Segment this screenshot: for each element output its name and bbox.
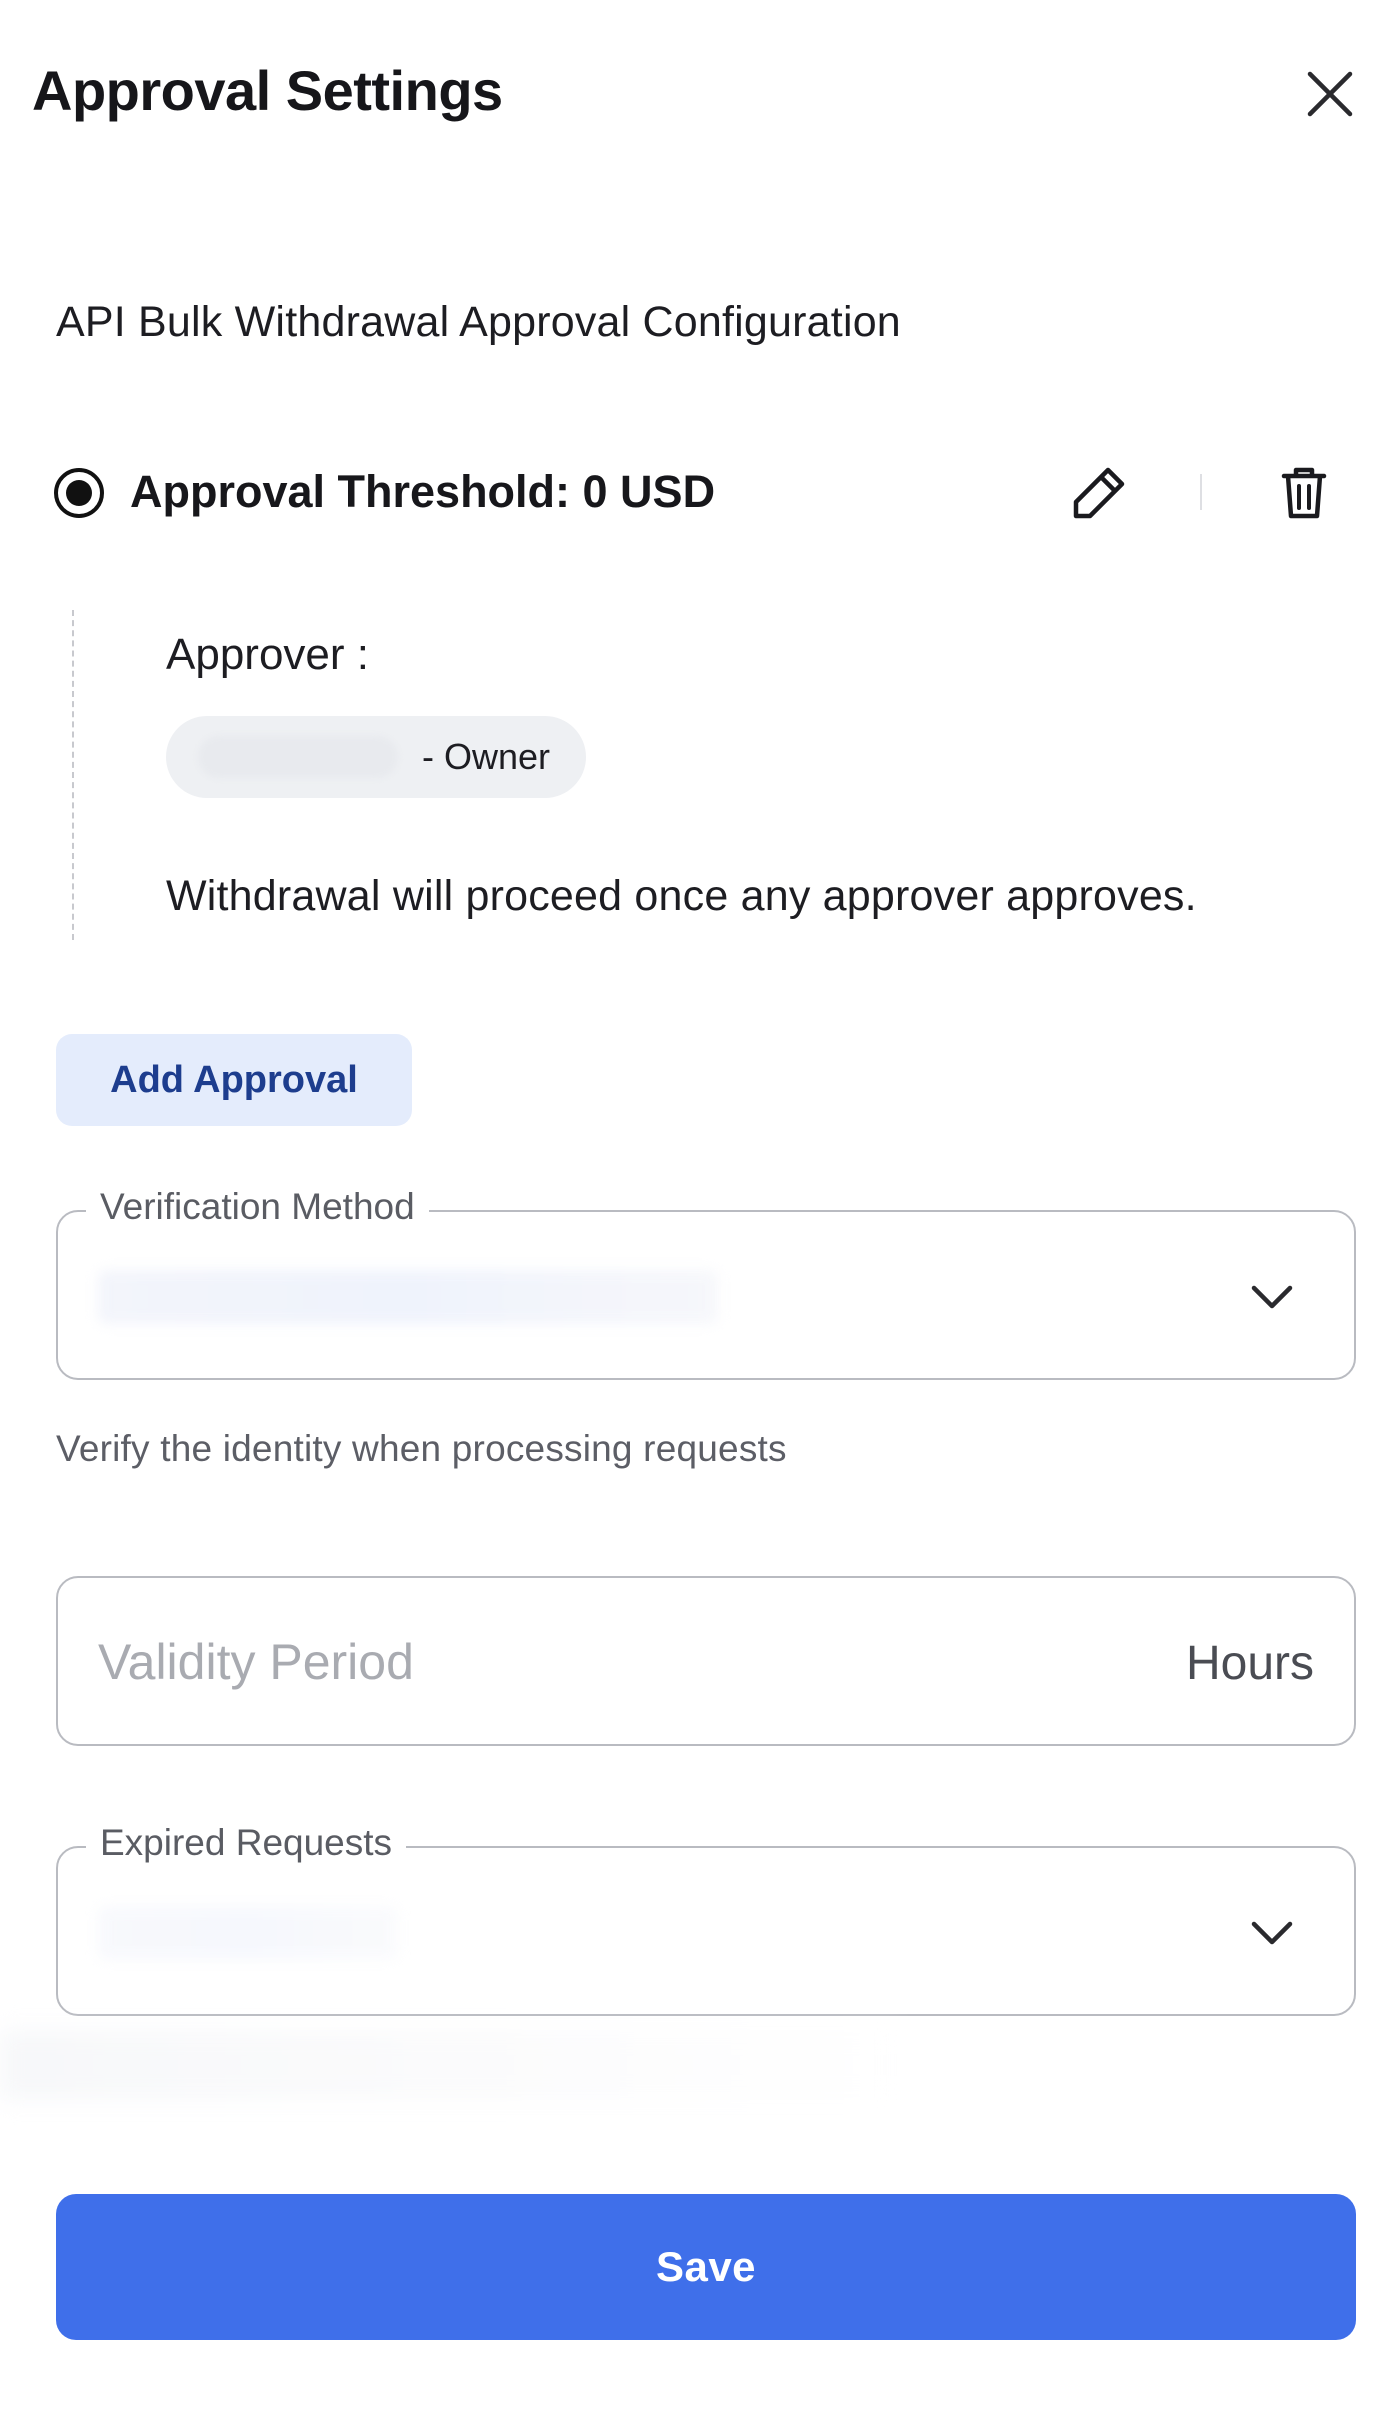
chevron-down-icon xyxy=(1251,1921,1293,1945)
approver-chip: - Owner xyxy=(166,716,586,798)
add-approval-button[interactable]: Add Approval xyxy=(56,1034,412,1126)
page-title: Approval Settings xyxy=(32,59,503,122)
verification-method-legend: Verification Method xyxy=(86,1186,429,1228)
expired-requests-legend: Expired Requests xyxy=(86,1822,407,1864)
verification-method-select[interactable]: Verification Method xyxy=(56,1186,1356,1380)
expired-dropdown-toggle[interactable] xyxy=(1242,1904,1302,1964)
approver-label: Approver : xyxy=(166,630,369,679)
action-divider xyxy=(1200,474,1202,510)
approver-role: - Owner xyxy=(422,736,551,777)
redacted-area xyxy=(0,2030,900,2100)
validity-period-field[interactable]: Hours xyxy=(56,1576,1356,1746)
trash-icon xyxy=(1281,467,1327,519)
threshold-row: Approval Threshold: 0 USD xyxy=(54,460,1344,526)
approver-note: Withdrawal will proceed once any approve… xyxy=(166,872,1197,920)
expired-requests-select[interactable]: Expired Requests xyxy=(56,1822,1356,2016)
threshold-label: Approval Threshold: 0 USD xyxy=(130,466,716,517)
edit-threshold-button[interactable] xyxy=(1068,460,1132,524)
approver-block: Approver : - Owner Withdrawal will proce… xyxy=(72,610,1352,940)
close-button[interactable] xyxy=(1298,62,1362,126)
expired-requests-value-redacted xyxy=(98,1906,398,1960)
chevron-down-icon xyxy=(1251,1285,1293,1309)
approver-name-redacted xyxy=(198,736,398,778)
section-title: API Bulk Withdrawal Approval Configurati… xyxy=(56,298,901,346)
hours-suffix: Hours xyxy=(1185,1637,1314,1690)
verification-helper-text: Verify the identity when processing requ… xyxy=(56,1428,787,1469)
save-button[interactable]: Save xyxy=(56,2194,1356,2340)
verification-method-value-redacted xyxy=(98,1270,718,1324)
close-icon xyxy=(1307,71,1353,117)
threshold-radio[interactable] xyxy=(54,468,104,518)
verification-dropdown-toggle[interactable] xyxy=(1242,1268,1302,1328)
tree-connector xyxy=(72,610,74,940)
dialog-header: Approval Settings xyxy=(0,0,1400,190)
delete-threshold-button[interactable] xyxy=(1272,460,1336,524)
validity-period-input[interactable] xyxy=(98,1626,998,1698)
pencil-icon xyxy=(1073,467,1125,519)
